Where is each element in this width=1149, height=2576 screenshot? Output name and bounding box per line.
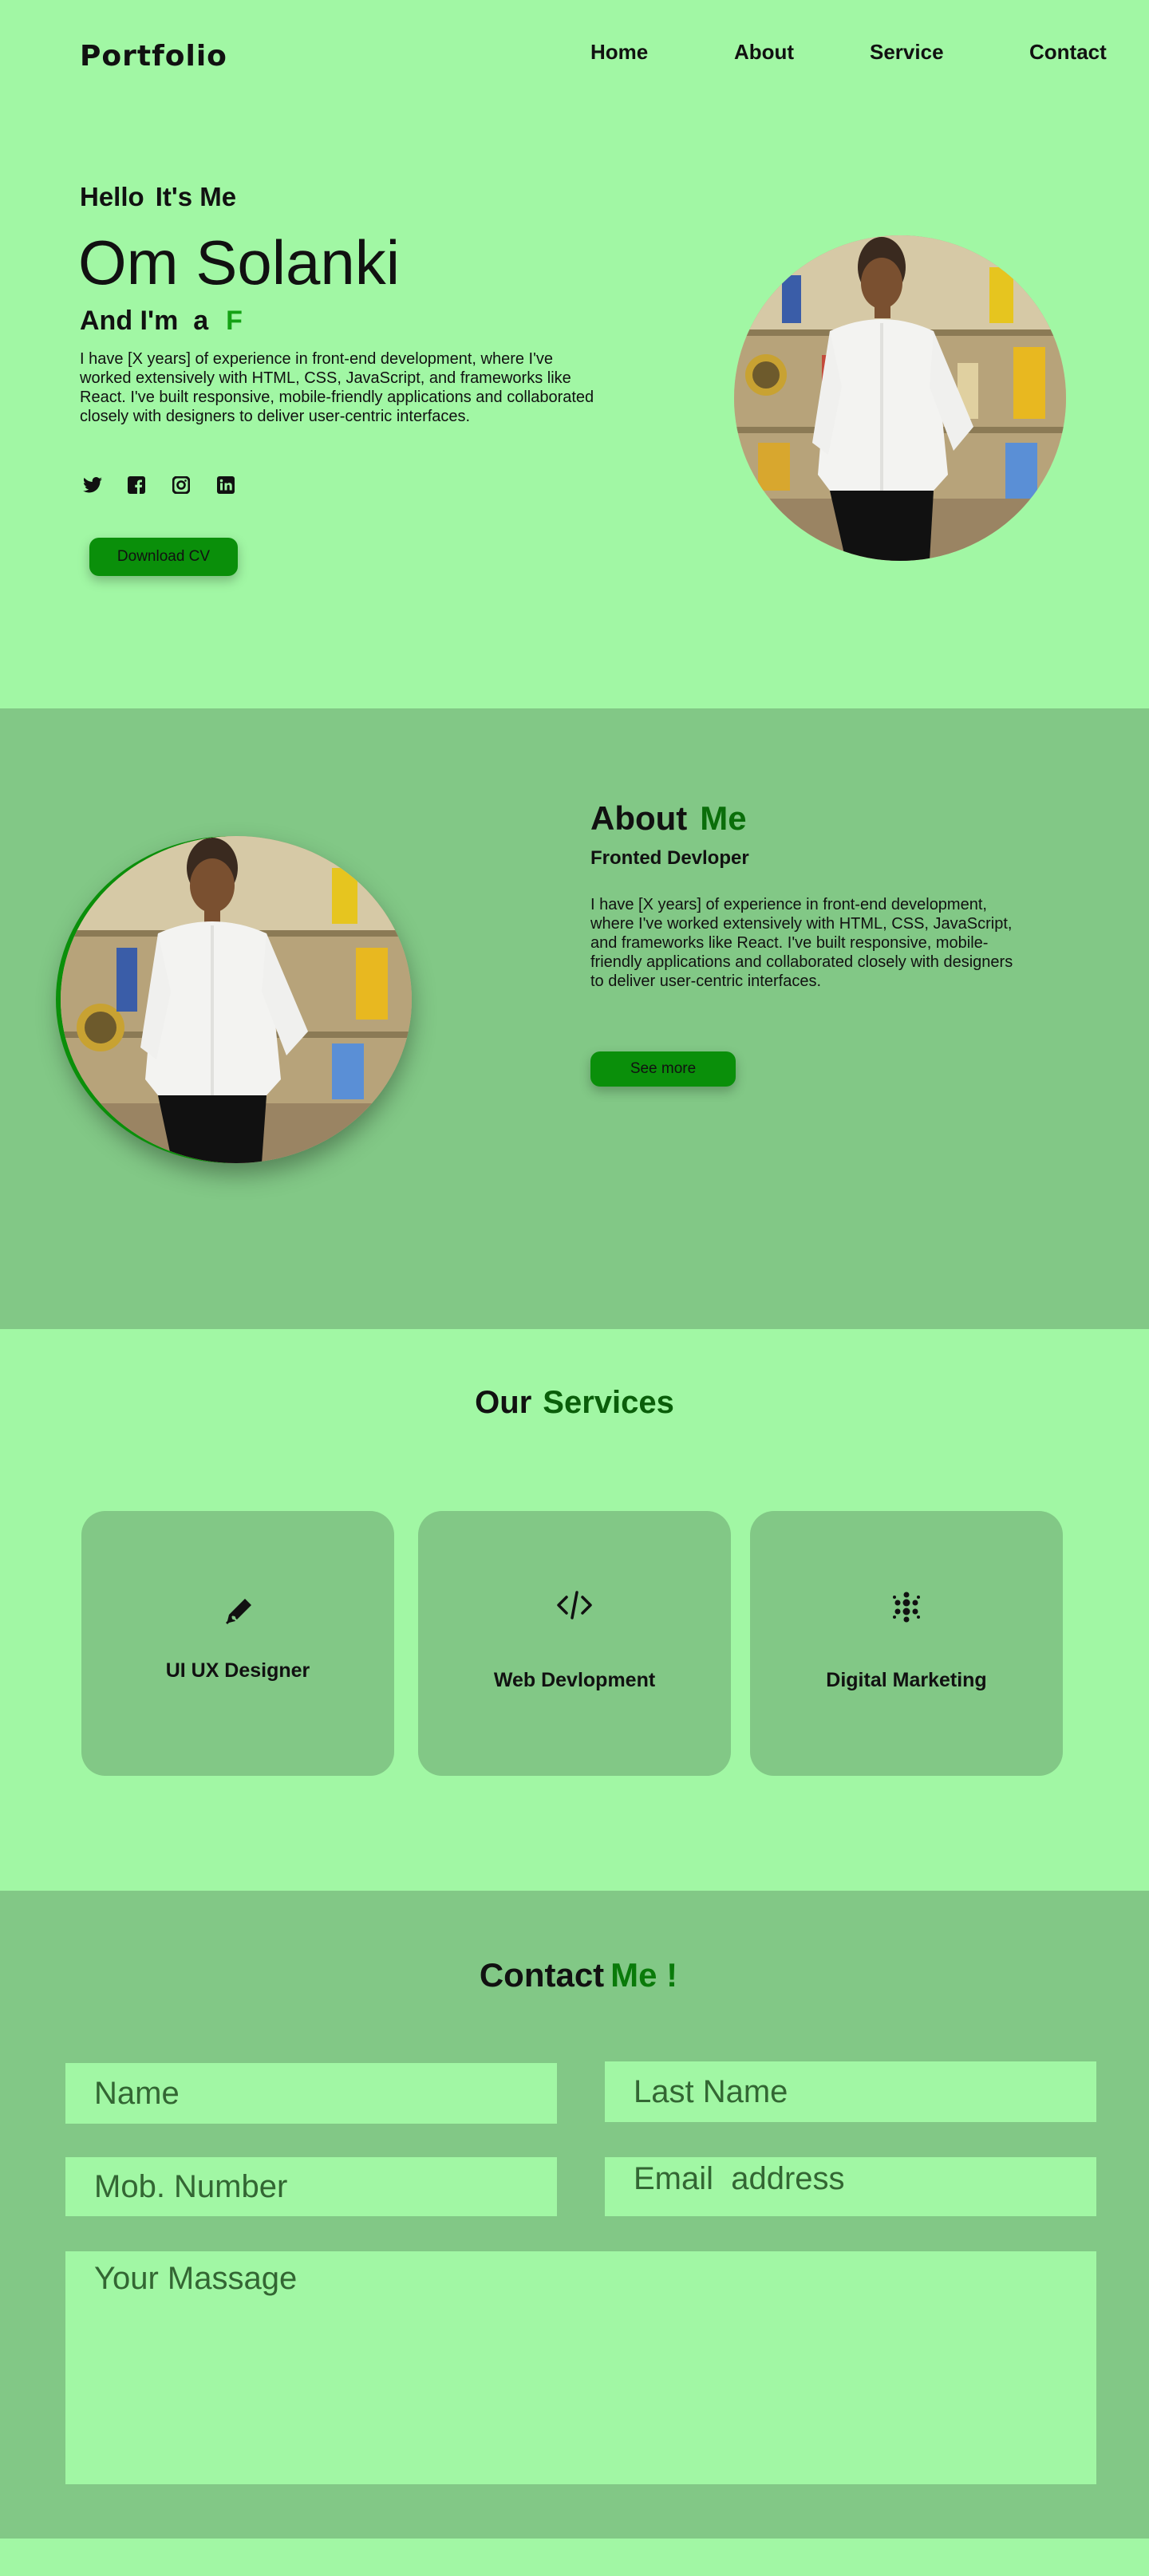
contact-title: Contact Me ! bbox=[0, 1956, 1149, 1994]
nav-link-contact[interactable]: Contact bbox=[1029, 40, 1107, 65]
nav-link-service[interactable]: Service bbox=[870, 40, 944, 65]
service-card-title: Digital Marketing bbox=[826, 1669, 987, 1691]
about-title-highlight: Me bbox=[700, 799, 747, 837]
code-icon bbox=[555, 1589, 594, 1625]
email-field[interactable] bbox=[605, 2157, 1096, 2216]
service-card-title: UI UX Designer bbox=[165, 1659, 310, 1682]
contact-title-main: Contact bbox=[479, 1956, 605, 1994]
name-field[interactable] bbox=[65, 2063, 557, 2124]
hero-role-prefix: And I'm a bbox=[80, 306, 209, 336]
facebook-icon[interactable] bbox=[128, 472, 172, 498]
hero-name: Om Solanki bbox=[78, 227, 401, 298]
about-title-main: About bbox=[590, 799, 688, 837]
download-cv-button[interactable]: Download CV bbox=[89, 538, 238, 576]
twitter-icon[interactable] bbox=[83, 472, 128, 498]
service-card-uiux[interactable]: UI UX Designer bbox=[81, 1511, 394, 1776]
hero-role: And I'm a F bbox=[80, 306, 243, 337]
services-title: Our Services bbox=[0, 1385, 1149, 1421]
hero-role-typed: F bbox=[226, 306, 243, 336]
services-title-main: Our bbox=[475, 1385, 532, 1420]
about-title: About Me bbox=[590, 799, 747, 838]
hero-profile-photo bbox=[734, 235, 1066, 561]
hero-intro: I have [X years] of experience in front-… bbox=[80, 350, 594, 425]
message-field[interactable] bbox=[65, 2251, 1096, 2484]
social-links bbox=[83, 472, 262, 498]
last-name-field[interactable] bbox=[605, 2061, 1096, 2122]
about-subtitle: Fronted Devloper bbox=[590, 847, 749, 869]
site-logo[interactable]: Portfolio bbox=[80, 40, 227, 73]
contact-title-highlight: Me ! bbox=[610, 1956, 678, 1994]
service-card-marketing[interactable]: Digital Marketing bbox=[750, 1511, 1063, 1776]
hero-hello: Hello bbox=[80, 182, 144, 211]
mobile-number-field[interactable] bbox=[65, 2157, 557, 2216]
instagram-icon[interactable] bbox=[172, 472, 217, 498]
linkedin-icon[interactable] bbox=[217, 472, 262, 498]
pen-icon bbox=[221, 1596, 255, 1633]
nav-link-home[interactable]: Home bbox=[590, 40, 648, 65]
see-more-button[interactable]: See more bbox=[590, 1051, 736, 1087]
service-card-title: Web Devlopment bbox=[493, 1669, 656, 1691]
hero-greeting: Hello It's Me bbox=[80, 182, 236, 212]
about-profile-photo bbox=[61, 836, 412, 1163]
nav-link-about[interactable]: About bbox=[734, 40, 794, 65]
hero-its-me: It's Me bbox=[155, 182, 237, 211]
service-card-web[interactable]: Web Devlopment bbox=[418, 1511, 731, 1776]
about-text: I have [X years] of experience in front-… bbox=[590, 896, 1013, 990]
services-title-highlight: Services bbox=[543, 1385, 674, 1420]
dots-grid-icon bbox=[891, 1591, 922, 1627]
